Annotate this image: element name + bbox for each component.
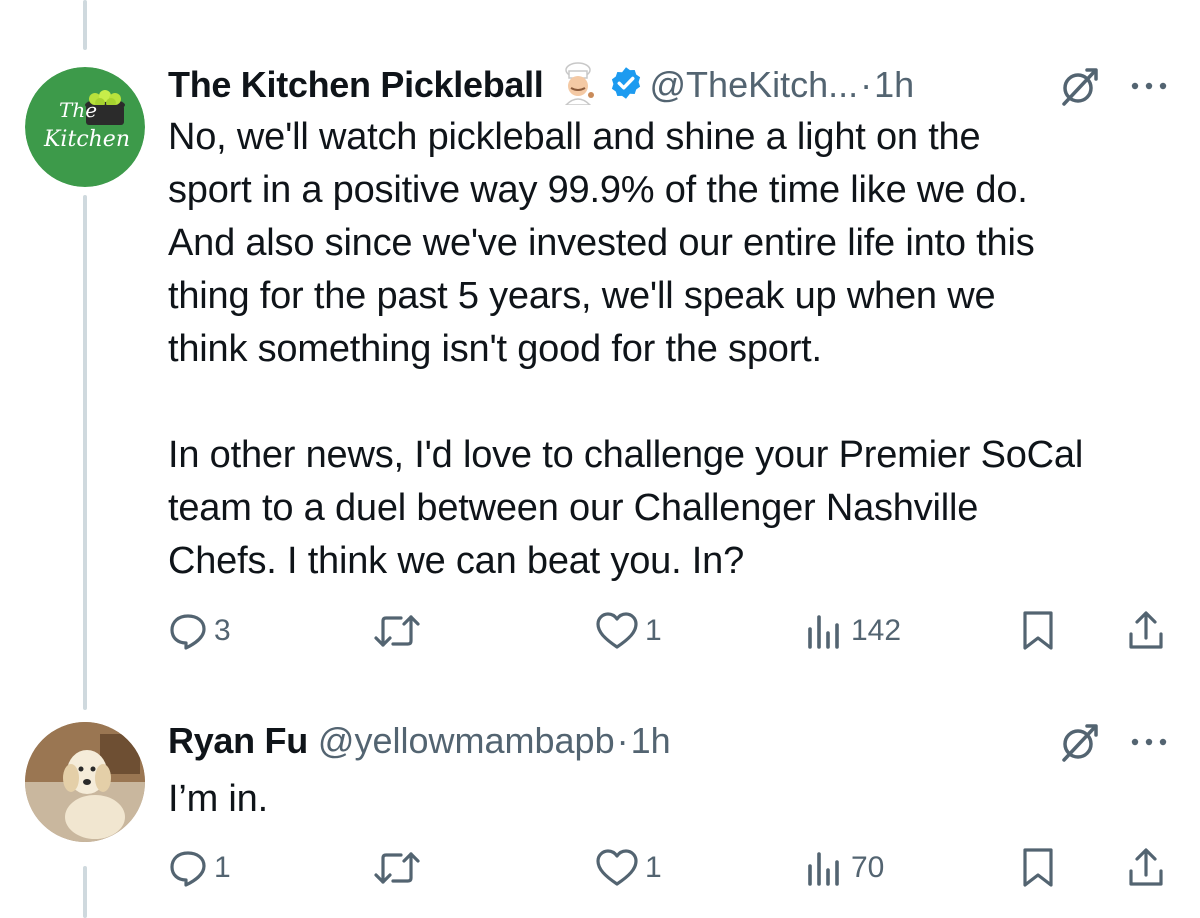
- repost-icon: [373, 848, 421, 888]
- share-icon: [1126, 610, 1166, 652]
- reply-button[interactable]: 1: [168, 845, 231, 891]
- grok-icon[interactable]: [1056, 64, 1100, 113]
- avatar-ryan[interactable]: [25, 722, 145, 842]
- like-button[interactable]: 1: [595, 608, 662, 654]
- share-button[interactable]: [1126, 845, 1166, 891]
- bookmark-button[interactable]: [1018, 845, 1058, 891]
- like-icon: [595, 848, 639, 888]
- like-count: 1: [645, 614, 662, 647]
- timestamp[interactable]: 1h: [874, 64, 914, 106]
- views-count: 142: [851, 614, 902, 647]
- share-icon: [1126, 847, 1166, 889]
- bookmark-button[interactable]: [1018, 608, 1058, 654]
- thread-line-top: [83, 0, 87, 50]
- reply-icon: [168, 611, 208, 651]
- tweet-header: The Kitchen Pickleball @TheKitch... · 1h: [168, 61, 914, 106]
- reply-button[interactable]: 3: [168, 608, 231, 654]
- display-name[interactable]: The Kitchen Pickleball: [168, 64, 544, 106]
- repost-button[interactable]: [373, 845, 427, 891]
- separator-dot: ·: [616, 720, 629, 761]
- grok-icon[interactable]: [1056, 720, 1100, 769]
- views-button[interactable]: 142: [805, 608, 901, 654]
- more-icon[interactable]: [1127, 734, 1171, 755]
- tweet-text: No, we'll watch pickleball and shine a l…: [168, 116, 1084, 582]
- like-icon: [595, 611, 639, 651]
- reply-count: 3: [214, 614, 231, 647]
- action-bar: 3 1 142: [168, 608, 1178, 654]
- timestamp[interactable]: 1h: [631, 720, 671, 762]
- like-count: 1: [645, 851, 662, 884]
- avatar-kitchen-the: The: [59, 98, 97, 122]
- views-icon: [805, 848, 845, 888]
- thread-line-bottom: [83, 866, 87, 918]
- tweet-text: I’m in.: [168, 778, 268, 820]
- reply-icon: [168, 848, 208, 888]
- more-icon[interactable]: [1127, 78, 1171, 99]
- reply-count: 1: [214, 851, 231, 884]
- bookmark-icon: [1018, 610, 1058, 652]
- avatar-kitchen-kitchen: Kitchen: [43, 127, 130, 152]
- display-name[interactable]: Ryan Fu: [168, 720, 308, 762]
- verified-badge-icon: [608, 65, 644, 106]
- thread-line-mid: [83, 195, 87, 710]
- tweet-header: Ryan Fu @yellowmambapb · 1h: [168, 720, 671, 762]
- views-count: 70: [851, 851, 885, 884]
- handle[interactable]: @TheKitch...: [650, 64, 859, 106]
- action-bar: 1 1 70: [168, 845, 1178, 891]
- repost-icon: [373, 611, 421, 651]
- chef-emoji-icon: [556, 61, 600, 110]
- avatar-kitchen[interactable]: The Kitchen: [25, 67, 145, 187]
- views-icon: [805, 611, 845, 651]
- views-button[interactable]: 70: [805, 845, 884, 891]
- bookmark-icon: [1018, 847, 1058, 889]
- share-button[interactable]: [1126, 608, 1166, 654]
- separator-dot: ·: [860, 64, 873, 105]
- handle[interactable]: @yellowmambapb: [318, 720, 615, 762]
- repost-button[interactable]: [373, 608, 427, 654]
- like-button[interactable]: 1: [595, 845, 662, 891]
